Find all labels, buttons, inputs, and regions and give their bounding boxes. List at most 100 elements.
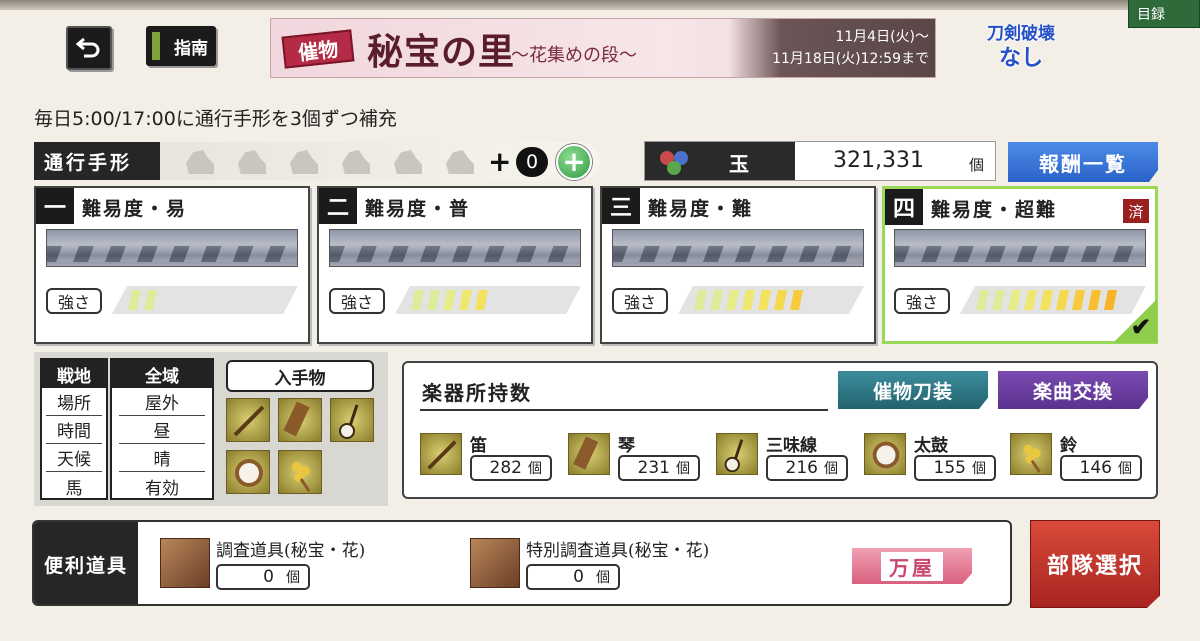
bell-icon[interactable]	[278, 450, 322, 494]
difficulty-number: 二	[319, 188, 357, 224]
shop-button[interactable]: 万屋	[852, 548, 972, 584]
instrument-item-koto: 琴 231 個	[568, 431, 708, 483]
difficulty-card-easy[interactable]: 一 難易度・易 強さ	[34, 186, 310, 344]
count-unit: 個	[596, 570, 610, 586]
strength-segment	[726, 290, 739, 310]
instrument-item-flute: 笛 282 個	[420, 431, 560, 483]
difficulty-title: 難易度・難	[648, 198, 754, 220]
koto-icon	[568, 433, 610, 475]
title-underline	[420, 409, 828, 411]
refill-notice: 毎日5:00/17:00に通行手形を3個ずつ補充	[34, 108, 397, 130]
instrument-count: 282 個	[470, 455, 552, 481]
instrument-item-shamisen: 三味線 216 個	[716, 431, 856, 483]
condition-label-field: 戦地	[42, 360, 106, 388]
condition-label-horse: 馬	[65, 478, 83, 499]
flute-icon[interactable]	[226, 398, 270, 442]
pass-slot-icon	[342, 150, 370, 174]
event-banner[interactable]: 催物 秘宝の里 〜花集めの段〜 11月4日(火)〜 11月18日(火)12:59…	[270, 18, 936, 78]
pass-slot-icon	[290, 150, 318, 174]
count-value: 146	[1079, 458, 1112, 478]
difficulty-title: 難易度・易	[82, 198, 188, 220]
back-button[interactable]	[66, 26, 112, 70]
event-tag: 催物	[281, 29, 355, 69]
event-subtitle: 〜花集めの段〜	[511, 45, 637, 66]
strength-segment	[1008, 290, 1021, 310]
guide-button[interactable]: 指南	[146, 26, 216, 66]
condition-label-weather: 天候	[46, 444, 102, 472]
strength-segment	[694, 290, 707, 310]
count-unit: 個	[972, 461, 986, 477]
count-unit: 個	[1118, 461, 1132, 477]
strength-label: 強さ	[612, 288, 668, 314]
survey-tool-icon	[160, 538, 210, 588]
no-break-indicator: 刀剣破壊 なし	[972, 22, 1070, 82]
instrument-name: 琴	[618, 436, 635, 456]
gem-counter: 玉 321,331 個	[644, 141, 996, 181]
strength-segment	[411, 290, 424, 310]
strength-segment	[1088, 290, 1101, 310]
strength-segment	[475, 290, 488, 310]
pass-slot-icon	[446, 150, 474, 174]
cleared-badge: 済	[1123, 199, 1149, 223]
stage-landscape-image	[46, 229, 298, 267]
count-value: 0	[263, 567, 274, 587]
gem-label: 玉	[729, 152, 749, 176]
gem-label-bg: 玉	[645, 142, 795, 180]
stage-landscape-image	[329, 229, 581, 267]
count-unit: 個	[528, 461, 542, 477]
pass-slot-icon	[186, 150, 214, 174]
strength-segment	[144, 290, 157, 310]
instrument-count: 146 個	[1060, 455, 1142, 481]
koto-icon[interactable]	[278, 398, 322, 442]
bell-icon	[1010, 433, 1052, 475]
add-pass-button[interactable]: +	[556, 144, 592, 180]
difficulty-card-very-hard[interactable]: 四 難易度・超難 済 強さ ✔	[882, 186, 1158, 344]
difficulty-number: 一	[36, 188, 74, 224]
strength-segment	[976, 290, 989, 310]
event-title: 秘宝の里	[367, 31, 516, 73]
back-arrow-icon	[76, 37, 100, 58]
difficulty-card-hard[interactable]: 三 難易度・難 強さ	[600, 186, 876, 344]
difficulty-number: 三	[602, 188, 640, 224]
top-frame-line	[0, 0, 1200, 10]
no-break-line2: なし	[998, 45, 1043, 71]
pass-slot-icon	[394, 150, 422, 174]
tools-panel: 便利道具 調査道具(秘宝・花) 0個 特別調査道具(秘宝・花) 0個 万屋	[32, 520, 1012, 606]
strength-label: 強さ	[329, 288, 385, 314]
reward-list-button[interactable]: 報酬一覧	[1008, 142, 1158, 182]
unit-select-button[interactable]: 部隊選択	[1030, 520, 1160, 608]
strength-segment	[1072, 290, 1085, 310]
condition-value-horse: 有効	[145, 478, 179, 499]
condition-values: 全域 屋外 昼 晴 有効	[110, 358, 214, 500]
obtainable-items-label: 入手物	[226, 360, 374, 392]
difficulty-number: 四	[885, 189, 923, 225]
condition-label-location: 場所	[46, 388, 102, 416]
strength-bar	[112, 286, 298, 314]
plus-icon: +	[562, 145, 586, 178]
strength-segment	[742, 290, 755, 310]
tool-name: 特別調査道具(秘宝・花)	[526, 541, 710, 561]
strength-segment	[443, 290, 456, 310]
strength-segment	[1040, 290, 1053, 310]
gem-value: 321,331	[833, 148, 924, 173]
condition-value-weather: 晴	[119, 444, 205, 472]
pass-label: 通行手形	[34, 142, 160, 180]
shamisen-icon[interactable]	[330, 398, 374, 442]
taiko-drum-icon	[864, 433, 906, 475]
strength-segment	[128, 290, 141, 310]
event-date-end: 11月18日(火)12:59まで	[772, 51, 929, 67]
difficulty-card-normal[interactable]: 二 難易度・普 強さ	[317, 186, 593, 344]
music-exchange-button[interactable]: 楽曲交換	[998, 371, 1148, 409]
taiko-drum-icon[interactable]	[226, 450, 270, 494]
catalog-tab[interactable]: 目録	[1128, 0, 1200, 28]
strength-segment	[1056, 290, 1069, 310]
stage-landscape-image	[612, 229, 864, 267]
special-survey-tool-icon	[470, 538, 520, 588]
event-armor-button[interactable]: 催物刀装	[838, 371, 988, 409]
count-unit: 個	[286, 570, 300, 586]
tools-label: 便利道具	[34, 522, 138, 604]
pass-extra-count: 0	[516, 147, 548, 177]
instrument-item-bell: 鈴 146 個	[1010, 431, 1150, 483]
strength-segment	[710, 290, 723, 310]
count-unit: 個	[824, 461, 838, 477]
